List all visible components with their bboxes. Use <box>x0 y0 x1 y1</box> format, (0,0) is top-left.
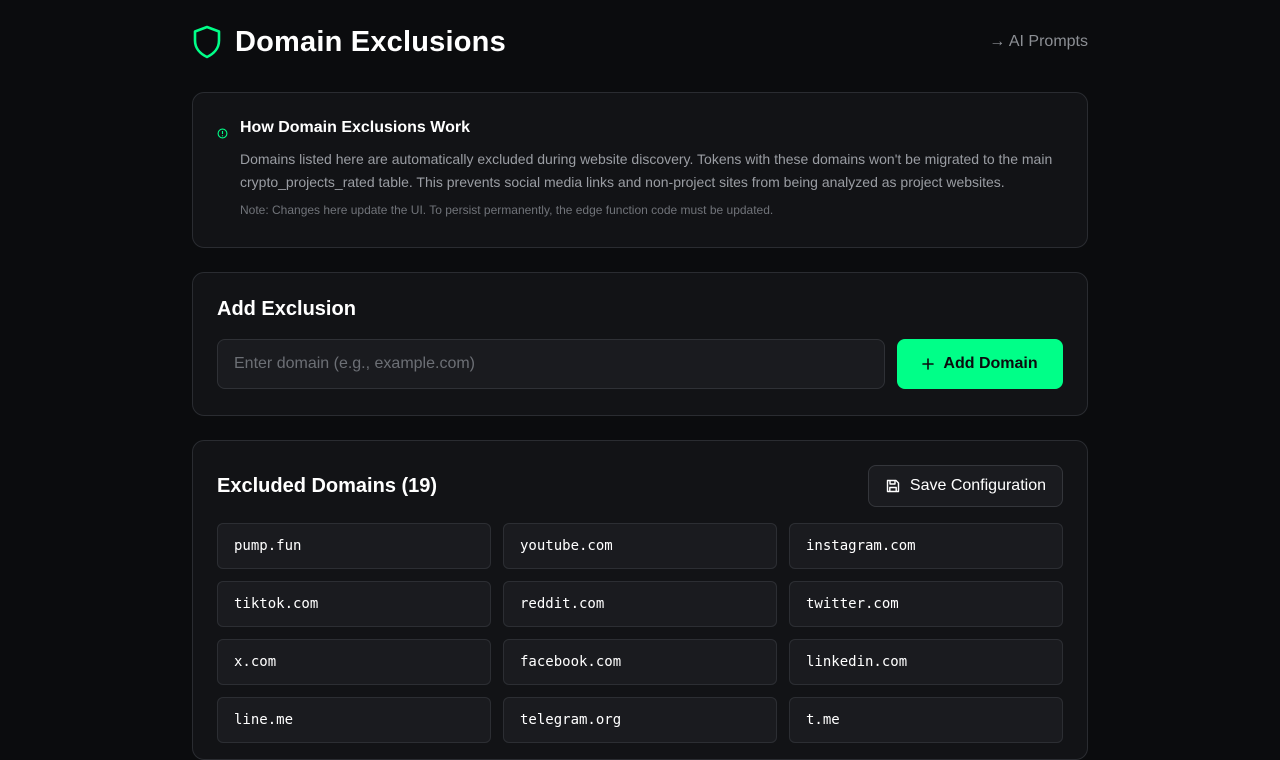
page-title: Domain Exclusions <box>235 25 506 58</box>
domain-item: t.me <box>789 697 1063 743</box>
save-configuration-label: Save Configuration <box>909 477 1046 494</box>
info-content: How Domain Exclusions Work Domains liste… <box>240 119 1060 217</box>
add-domain-button-label: Add Domain <box>943 355 1038 372</box>
ai-prompts-link[interactable]: → AI Prompts <box>989 33 1088 51</box>
excluded-domains-header: Excluded Domains (19) Save Configuration <box>217 465 1063 507</box>
excluded-domains-title: Excluded Domains (19) <box>217 474 438 497</box>
title-group: Domain Exclusions <box>192 25 506 59</box>
shield-icon <box>192 25 222 59</box>
info-title: How Domain Exclusions Work <box>240 119 470 136</box>
domain-item: line.me <box>217 697 491 743</box>
domain-item: pump.fun <box>217 523 491 569</box>
domain-item: tiktok.com <box>217 581 491 627</box>
page: Domain Exclusions → AI Prompts How Domai… <box>192 0 1088 760</box>
plus-icon <box>922 358 935 370</box>
add-exclusion-card: Add Exclusion Add Domain <box>192 272 1088 416</box>
domain-item: linkedin.com <box>789 639 1063 685</box>
save-icon <box>885 478 901 494</box>
info-icon <box>217 126 228 139</box>
info-card: How Domain Exclusions Work Domains liste… <box>192 92 1088 248</box>
domain-input[interactable] <box>217 339 885 389</box>
domain-item: reddit.com <box>503 581 777 627</box>
domain-item: facebook.com <box>503 639 777 685</box>
info-note: Note: Changes here update the UI. To per… <box>240 203 774 217</box>
domain-item: twitter.com <box>789 581 1063 627</box>
add-domain-button[interactable]: Add Domain <box>897 339 1063 389</box>
domain-item: instagram.com <box>789 523 1063 569</box>
domain-item: youtube.com <box>503 523 777 569</box>
add-exclusion-row: Add Domain <box>217 339 1063 389</box>
save-configuration-button[interactable]: Save Configuration <box>867 465 1063 507</box>
domain-item: telegram.org <box>503 697 777 743</box>
add-exclusion-title: Add Exclusion <box>217 298 356 320</box>
info-description: Domains listed here are automatically ex… <box>240 151 1053 190</box>
info-row: How Domain Exclusions Work Domains liste… <box>217 119 1063 217</box>
domain-item: x.com <box>217 639 491 685</box>
page-header: Domain Exclusions → AI Prompts <box>192 0 1088 84</box>
domain-grid: pump.fun youtube.com instagram.com tikto… <box>217 523 1063 743</box>
excluded-domains-card: Excluded Domains (19) Save Configuration… <box>192 440 1088 760</box>
